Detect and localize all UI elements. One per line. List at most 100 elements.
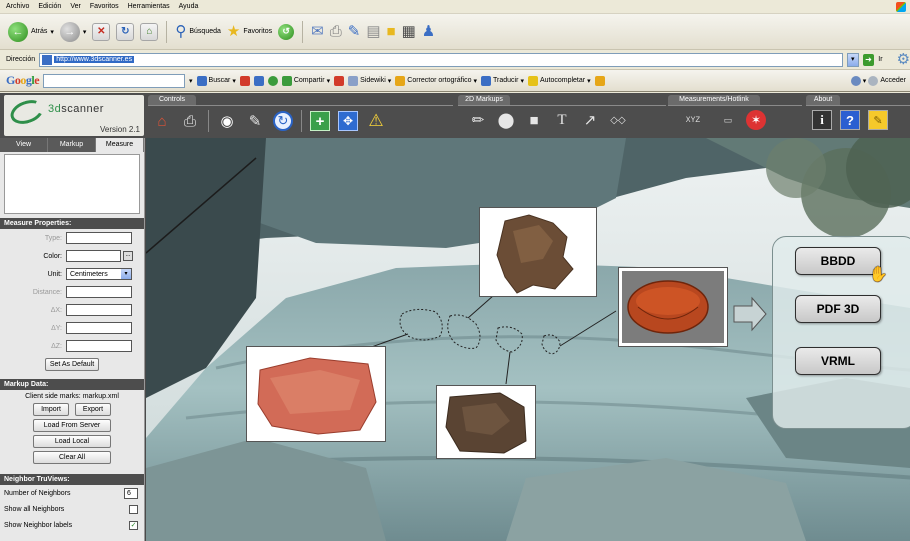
folder-icon[interactable]: ■ — [387, 24, 396, 39]
distance-field[interactable] — [66, 286, 132, 298]
print-icon[interactable]: ⎙ — [330, 24, 342, 39]
print-icon[interactable]: ⎙ — [180, 111, 200, 131]
info-icon[interactable]: i — [812, 110, 832, 130]
home-icon[interactable]: ⌂ — [140, 22, 159, 41]
chevron-down-icon[interactable]: ▾ — [189, 77, 193, 85]
pencil-icon[interactable] — [594, 75, 605, 86]
google-search-button[interactable]: Buscar ▾ — [196, 75, 236, 86]
dimension-icon[interactable]: ◇◇ — [608, 110, 628, 130]
sidewiki-button[interactable]: Sidewiki ▾ — [348, 75, 391, 86]
menu-herramientas[interactable]: Herramientas — [128, 3, 170, 10]
address-dropdown-icon[interactable]: ▾ — [846, 52, 859, 67]
color-field[interactable] — [66, 250, 121, 262]
fragment-thumbnail-4[interactable] — [436, 385, 536, 459]
menu-favoritos[interactable]: Favoritos — [90, 3, 119, 10]
bookmark-icon[interactable] — [253, 75, 264, 86]
fragment-thumbnail-3[interactable] — [246, 346, 386, 442]
menu-ayuda[interactable]: Ayuda — [179, 3, 199, 10]
mail-icon[interactable]: ✉ — [311, 24, 324, 39]
menu-archivo[interactable]: Archivo — [6, 3, 29, 10]
forward-button[interactable]: → ▾ — [59, 21, 86, 42]
show-labels-checkbox[interactable]: ✓ — [129, 520, 138, 530]
export-button[interactable]: Export — [75, 403, 111, 416]
search-button[interactable]: ⚲ Búsqueda — [175, 24, 221, 39]
tape-measure-icon[interactable]: ▭ — [718, 110, 738, 130]
tab-measure[interactable]: Measure — [96, 138, 144, 152]
back-button[interactable]: ← Atrás ▾ — [8, 21, 54, 42]
link-icon[interactable]: ↗ — [580, 110, 600, 130]
browser-window: { "browser": { "menu": ["Archivo", "Edic… — [0, 0, 910, 541]
help-icon[interactable]: ? — [840, 110, 860, 130]
pagerank-icon[interactable] — [239, 75, 250, 86]
history-icon[interactable]: ↺ — [278, 23, 295, 40]
xyz-coordinate-icon[interactable]: XYZ — [676, 110, 710, 130]
favorites-button[interactable]: ★ Favoritos — [227, 24, 272, 39]
address-label: Dirección — [6, 56, 36, 63]
warning-icon[interactable]: ⚠ — [366, 111, 386, 131]
toolbar-separator — [166, 20, 168, 43]
translate-button[interactable]: Traducir ▾ — [481, 75, 524, 86]
eye-icon[interactable]: ◉ — [217, 111, 237, 131]
tab-markup[interactable]: Markup — [48, 138, 96, 152]
document-icon[interactable]: ✎ — [868, 110, 888, 130]
go-label[interactable]: Ir — [878, 56, 882, 63]
stop-icon[interactable]: ✕ — [92, 22, 111, 41]
dx-field[interactable] — [66, 304, 132, 316]
vrml-button[interactable]: VRML — [795, 347, 881, 375]
sidewiki-label: Sidewiki — [360, 77, 386, 84]
unit-select[interactable]: Centimeters ▾ — [66, 268, 132, 280]
clear-all-button[interactable]: Clear All — [33, 451, 111, 464]
address-input[interactable]: http://www.3dscanner.es — [39, 52, 843, 67]
zoom-in-icon[interactable]: + — [310, 111, 330, 131]
controls-tab: Controls — [148, 95, 196, 105]
pan-icon[interactable]: ✥ — [338, 111, 358, 131]
fragment-thumbnail-1[interactable] — [479, 207, 597, 297]
check-icon[interactable] — [267, 75, 278, 86]
address-bar: Dirección http://www.3dscanner.es ▾ ➜ Ir… — [0, 50, 910, 70]
research-icon[interactable]: ▦ — [402, 24, 416, 39]
signin-button[interactable]: ▾ Acceder — [850, 75, 910, 86]
links-icon[interactable]: ⚙ — [897, 52, 910, 67]
sidewiki-icon — [348, 75, 359, 86]
fragment-thumbnail-2[interactable] — [618, 267, 728, 347]
panorama-viewer[interactable]: BBDD ✋ PDF 3D VRML — [146, 138, 910, 541]
refresh-icon[interactable]: ↻ — [116, 22, 135, 41]
google-search-input[interactable] — [43, 73, 186, 88]
pen-icon[interactable]: ✎ — [245, 111, 265, 131]
ellipse-icon[interactable]: ⬤ — [496, 110, 516, 130]
chevron-down-icon: ▾ — [473, 77, 478, 85]
load-from-server-button[interactable]: Load From Server — [33, 419, 111, 432]
tab-view[interactable]: View — [0, 138, 48, 152]
share-label: Compartir — [293, 77, 325, 84]
spellcheck-button[interactable]: Corrector ortográfico ▾ — [395, 75, 478, 86]
share-button[interactable]: Compartir ▾ — [281, 75, 330, 86]
pdf3d-button[interactable]: PDF 3D — [795, 295, 881, 323]
menu-edicion[interactable]: Edición — [38, 3, 61, 10]
blogger-icon[interactable] — [334, 75, 345, 86]
load-local-button[interactable]: Load Local — [33, 435, 111, 448]
discuss-icon[interactable]: ▤ — [366, 24, 380, 39]
edit-icon[interactable]: ✎ — [348, 24, 361, 39]
refresh-icon[interactable]: ↻ — [273, 111, 293, 131]
messenger-icon[interactable]: ♟ — [422, 24, 435, 39]
go-arrow-icon[interactable]: ➜ — [862, 53, 875, 66]
show-all-checkbox[interactable] — [129, 504, 138, 514]
text-icon[interactable]: T — [552, 110, 572, 130]
color-picker-button[interactable]: ... — [123, 251, 133, 261]
hotlink-icon[interactable]: ✶ — [746, 110, 766, 130]
type-field[interactable] — [66, 232, 132, 244]
set-default-button[interactable]: Set As Default — [44, 358, 100, 371]
autofill-button[interactable]: Autocompletar ▾ — [527, 75, 591, 86]
unit-label: Unit: — [47, 270, 62, 278]
rectangle-icon[interactable]: ■ — [524, 110, 544, 130]
import-button[interactable]: Import — [33, 403, 69, 416]
menu-ver[interactable]: Ver — [70, 3, 81, 10]
dz-field[interactable] — [66, 340, 132, 352]
measurements-tab: Measurements/Hotlink — [668, 95, 760, 105]
home-icon[interactable]: ⌂ — [152, 111, 172, 131]
measure-list[interactable] — [4, 154, 140, 214]
pencil-icon[interactable]: ✏ — [468, 110, 488, 130]
dy-field[interactable] — [66, 322, 132, 334]
neighbor-count-field[interactable]: 6 — [124, 487, 138, 499]
browser-toolbar: ← Atrás ▾ → ▾ ✕ ↻ ⌂ ⚲ Búsqueda ★ Favorit… — [0, 14, 910, 50]
